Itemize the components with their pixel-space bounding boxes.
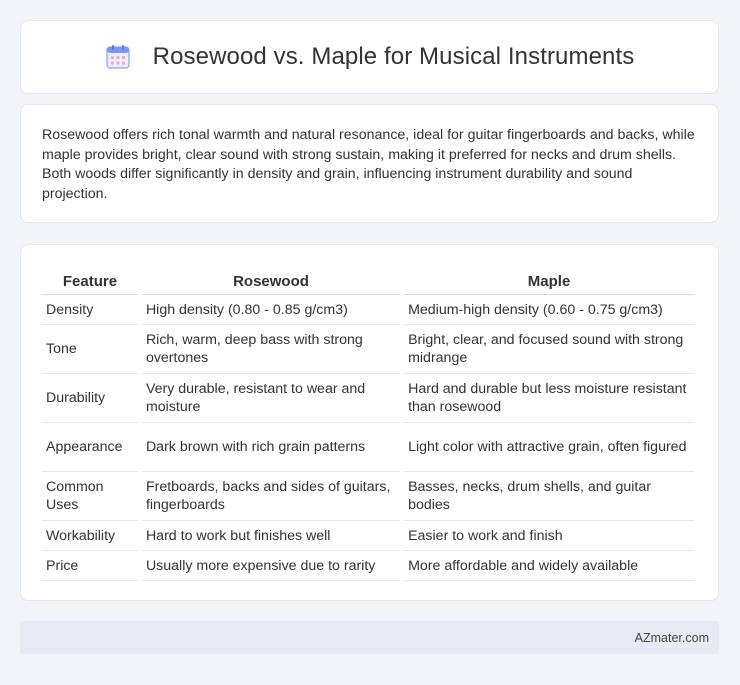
footer-site-label: AZmater.com [634, 630, 709, 645]
table-row: Durability Very durable, resistant to we… [42, 374, 694, 423]
feature-cell: Common Uses [42, 472, 138, 521]
maple-cell: Medium-high density (0.60 - 0.75 g/cm3) [404, 295, 694, 325]
rosewood-cell: Usually more expensive due to rarity [141, 551, 401, 581]
column-header-feature: Feature [42, 265, 138, 295]
maple-cell: Hard and durable but less moisture resis… [404, 374, 694, 423]
table-row: Appearance Dark brown with rich grain pa… [42, 423, 694, 472]
rosewood-cell: Fretboards, backs and sides of guitars, … [141, 472, 401, 521]
maple-cell: Light color with attractive grain, often… [404, 423, 694, 472]
summary-text: Rosewood offers rich tonal warmth and na… [42, 127, 695, 202]
table-row: Workability Hard to work but finishes we… [42, 521, 694, 551]
rosewood-cell: Rich, warm, deep bass with strong overto… [141, 325, 401, 374]
table-row: Common Uses Fretboards, backs and sides … [42, 472, 694, 521]
maple-cell: Bright, clear, and focused sound with st… [404, 325, 694, 374]
title-card: Rosewood vs. Maple for Musical Instrumen… [20, 20, 719, 94]
column-header-maple: Maple [404, 265, 694, 295]
table-row: Price Usually more expensive due to rari… [42, 551, 694, 581]
maple-cell: Basses, necks, drum shells, and guitar b… [404, 472, 694, 521]
comparison-table-card: Feature Rosewood Maple Density High dens… [20, 244, 719, 601]
rosewood-cell: Hard to work but finishes well [141, 521, 401, 551]
feature-cell: Tone [42, 325, 138, 374]
calendar-icon [105, 44, 131, 70]
page-title: Rosewood vs. Maple for Musical Instrumen… [152, 43, 635, 70]
rosewood-cell: High density (0.80 - 0.85 g/cm3) [141, 295, 401, 325]
rosewood-cell: Dark brown with rich grain patterns [141, 423, 401, 472]
feature-cell: Price [42, 551, 138, 581]
rosewood-cell: Very durable, resistant to wear and mois… [141, 374, 401, 423]
feature-cell: Workability [42, 521, 138, 551]
column-header-rosewood: Rosewood [141, 265, 401, 295]
comparison-table: Feature Rosewood Maple Density High dens… [38, 265, 698, 581]
feature-cell: Density [42, 295, 138, 325]
feature-cell: Appearance [42, 423, 138, 472]
feature-cell: Durability [42, 374, 138, 423]
maple-cell: More affordable and widely available [404, 551, 694, 581]
summary-card: Rosewood offers rich tonal warmth and na… [20, 104, 719, 223]
table-row: Tone Rich, warm, deep bass with strong o… [42, 325, 694, 374]
table-header-row: Feature Rosewood Maple [42, 265, 694, 295]
footer: AZmater.com [20, 621, 719, 654]
maple-cell: Easier to work and finish [404, 521, 694, 551]
table-row: Density High density (0.80 - 0.85 g/cm3)… [42, 295, 694, 325]
